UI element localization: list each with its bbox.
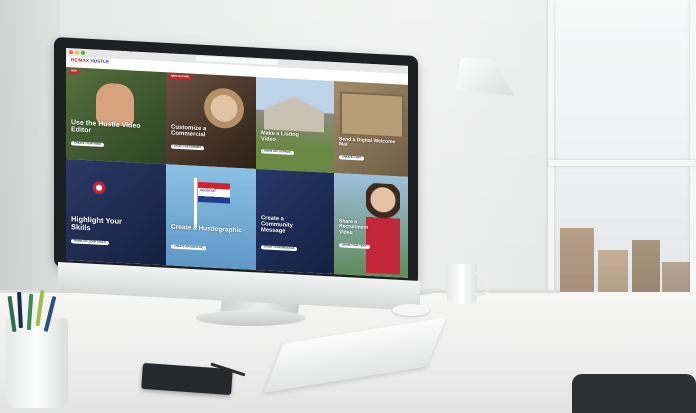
sign-post: [194, 177, 197, 228]
new-feature-badge: NEW FEATURE: [169, 74, 192, 80]
tile-button[interactable]: CREATE INFOGRAPHIC: [171, 244, 207, 251]
window-frame: [548, 160, 696, 166]
logo-rest: HUSTLE: [89, 58, 110, 65]
logo-brand: RE/MAX: [71, 57, 90, 64]
mug-handle: [474, 272, 489, 296]
monitor-screen: RE/MAX HUSTLE NEW Use the Hustle Video E…: [66, 48, 408, 278]
tile-title: Use the Hustle Video Editor: [71, 119, 141, 135]
new-badge: NEW: [69, 69, 79, 74]
tile-button[interactable]: START YOUR MESSAGE: [261, 245, 298, 252]
tile-button[interactable]: SHOW OFF LISTINGS: [261, 149, 294, 155]
tile-title: Share a Recruitment Video: [339, 218, 369, 236]
feature-grid: NEW Use the Hustle Video Editor CREATE Y…: [66, 67, 408, 278]
tile-button[interactable]: START CUSTOMIZING: [171, 144, 205, 151]
tile-button[interactable]: GROW YOUR TEAM: [339, 243, 370, 249]
mat-photo: [340, 91, 404, 139]
tile-title: Create a Community Message: [261, 215, 293, 235]
balloon-icon: [92, 180, 106, 196]
tile-hustlegraphic[interactable]: SOLD/FOR Create a Hustlegraphic CREATE I…: [166, 164, 256, 270]
tile-title: Customize a Commercial: [171, 124, 207, 139]
mouse: [392, 304, 430, 316]
tile-title: Highlight Your Skills: [71, 214, 122, 233]
close-dot-icon[interactable]: [69, 50, 73, 55]
office-scene: RE/MAX HUSTLE NEW Use the Hustle Video E…: [0, 0, 696, 413]
office-chair: [572, 374, 696, 413]
tile-title: Create a Hustlegraphic: [171, 223, 242, 235]
sign-text: SOLD/FOR: [200, 188, 216, 193]
tile-button[interactable]: SHOW OFF YOUR TOOLS: [71, 239, 109, 246]
tile-highlight-skills[interactable]: Highlight Your Skills SHOW OFF YOUR TOOL…: [66, 159, 166, 266]
tile-recruitment-video[interactable]: Share a Recruitment Video GROW YOUR TEAM: [334, 173, 408, 278]
tile-customize-commercial[interactable]: NEW FEATURE Customize a Commercial START…: [166, 72, 256, 169]
tile-button[interactable]: CREATE A MAT: [339, 155, 365, 161]
maximize-dot-icon[interactable]: [81, 50, 85, 55]
tile-button[interactable]: CREATE YOUR VIDEO: [71, 141, 105, 148]
tile-title: Make a Listing Video: [261, 130, 299, 143]
tile-welcome-mat[interactable]: Send a Digital Welcome Mat CREATE A MAT: [334, 81, 408, 177]
sold-sign: SOLD/FOR: [198, 181, 230, 204]
tile-community-message[interactable]: Create a Community Message START YOUR ME…: [256, 168, 334, 275]
house-photo: [264, 95, 324, 132]
tile-listing-video[interactable]: Make a Listing Video SHOW OFF LISTINGS: [256, 76, 334, 174]
tile-title: Send a Digital Welcome Mat: [339, 136, 396, 149]
coffee-mug: [447, 264, 477, 304]
minimize-dot-icon[interactable]: [75, 50, 79, 55]
tile-video-editor[interactable]: NEW Use the Hustle Video Editor CREATE Y…: [66, 67, 166, 165]
monitor-stand-base: [196, 310, 306, 326]
